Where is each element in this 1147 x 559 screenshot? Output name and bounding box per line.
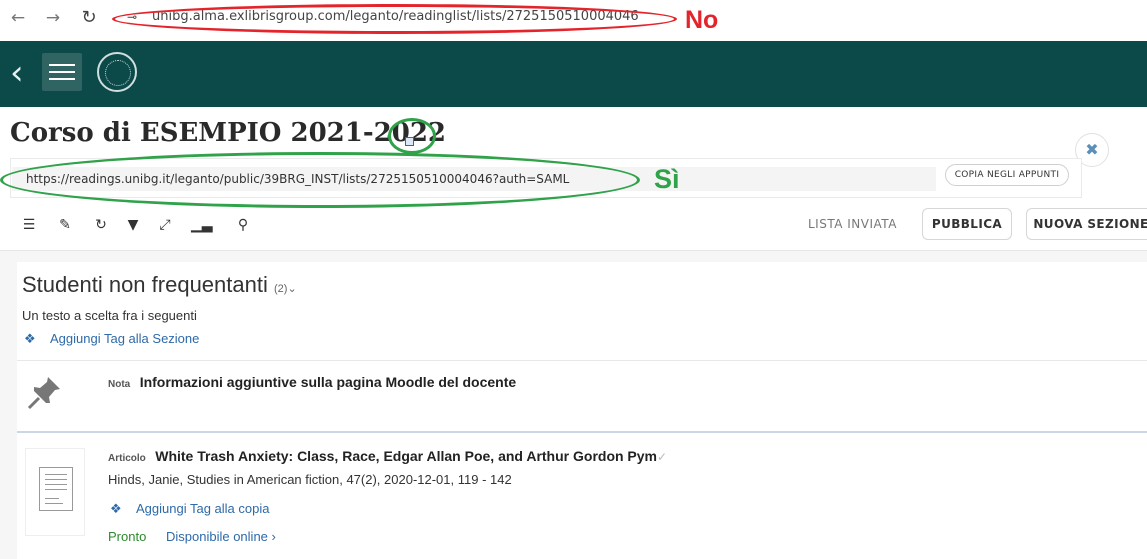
annotation-yes-label: Sì — [654, 164, 680, 194]
availability-link[interactable]: Disponibile online › — [166, 529, 276, 544]
green-annotation-ellipse-small — [388, 118, 436, 154]
item-title[interactable]: Informazioni aggiuntive sulla pagina Moo… — [140, 374, 516, 390]
list-item[interactable]: Nota Informazioni aggiuntive sulla pagin… — [108, 374, 516, 392]
edit-icon[interactable]: ✎ — [56, 216, 74, 234]
divider — [17, 431, 1147, 433]
green-annotation-ellipse-large — [0, 152, 640, 208]
arrow-right-icon[interactable]: → — [43, 8, 63, 28]
collapse-icon[interactable]: ⤢ — [156, 216, 174, 234]
add-section-tag-link[interactable]: ❖ Aggiungi Tag alla Sezione — [24, 331, 199, 347]
add-copy-tag-link[interactable]: ❖ Aggiungi Tag alla copia — [110, 501, 269, 517]
chevron-right-icon: › — [271, 529, 276, 544]
section-title[interactable]: Studenti non frequentanti (2)⌄ — [22, 272, 297, 298]
list-toolbar: ☰ ✎ ↻ ▼ ⤢ ▁▃ ⚲ LISTA INVIATA PUBBLICA NU… — [0, 205, 1147, 251]
search-icon[interactable]: ⚲ — [234, 216, 252, 234]
new-section-button[interactable]: NUOVA SEZIONE — [1026, 208, 1147, 240]
filter-icon[interactable]: ▼ — [124, 216, 142, 234]
section-item-count: (2) — [273, 283, 288, 295]
list-status: LISTA INVIATA — [808, 217, 897, 231]
section-description: Un testo a scelta fra i seguenti — [22, 308, 197, 323]
annotation-no-label: No — [685, 6, 719, 34]
check-icon: ✓ — [657, 450, 668, 464]
university-seal-icon[interactable] — [97, 52, 137, 92]
tag-icon: ❖ — [110, 501, 122, 516]
stats-icon[interactable]: ▁▃ — [191, 216, 213, 234]
item-citation: Hinds, Janie, Studies in American fictio… — [108, 472, 512, 487]
item-type: Articolo — [108, 453, 146, 464]
chevron-left-icon[interactable]: ‹ — [10, 51, 30, 95]
publish-button[interactable]: PUBBLICA — [922, 208, 1012, 240]
red-annotation-ellipse — [112, 4, 677, 34]
pin-icon — [27, 377, 60, 410]
app-header: ‹ — [0, 41, 1147, 107]
reload-icon[interactable]: ↻ — [79, 8, 99, 28]
item-type: Nota — [108, 379, 131, 390]
add-section-tag-label: Aggiungi Tag alla Sezione — [50, 331, 200, 346]
hamburger-icon[interactable] — [42, 53, 82, 91]
item-title[interactable]: White Trash Anxiety: Class, Race, Edgar … — [155, 448, 657, 464]
page-title: Corso di ESEMPIO 2021-2022 — [10, 118, 446, 148]
list-item[interactable]: Articolo White Trash Anxiety: Class, Rac… — [108, 448, 667, 466]
tag-icon: ❖ — [24, 331, 36, 346]
sync-icon[interactable]: ↻ — [92, 216, 110, 234]
availability-label: Disponibile online — [166, 529, 268, 544]
copy-to-clipboard-button[interactable]: COPIA NEGLI APPUNTI — [945, 164, 1069, 186]
chevron-down-icon[interactable]: ⌄ — [287, 283, 296, 295]
add-copy-tag-label: Aggiungi Tag alla copia — [136, 501, 270, 516]
item-status: Pronto — [108, 529, 147, 544]
divider — [17, 360, 1147, 361]
list-icon[interactable]: ☰ — [20, 216, 38, 234]
section-title-text: Studenti non frequentanti — [22, 272, 268, 297]
arrow-left-icon[interactable]: ← — [8, 8, 28, 28]
document-thumbnail-icon[interactable] — [25, 448, 85, 536]
